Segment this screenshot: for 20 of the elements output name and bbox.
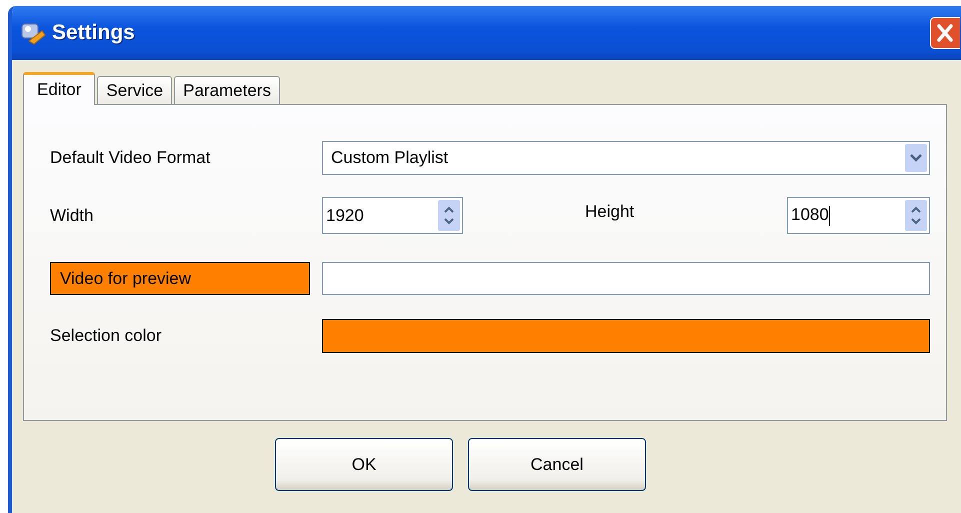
close-icon[interactable] <box>930 17 960 49</box>
window-title: Settings <box>52 21 135 45</box>
preview-field[interactable] <box>322 262 930 295</box>
width-spinner[interactable]: 1920 <box>322 197 463 234</box>
field-label: Default Video Format <box>50 148 212 168</box>
tab[interactable]: Editor <box>23 72 96 105</box>
format-dropdown[interactable]: Custom Playlist <box>322 141 930 175</box>
spin-arrows-icon[interactable] <box>905 200 927 231</box>
field-label: Width <box>50 206 94 226</box>
app-icon <box>20 21 46 45</box>
tab[interactable]: Service <box>97 76 172 104</box>
field-label: Height <box>585 202 634 222</box>
height-spinner[interactable]: 1080 <box>787 197 930 234</box>
dialog-button[interactable]: OK <box>275 438 453 491</box>
field-label: Selection color <box>50 326 163 346</box>
spin-arrows-icon[interactable] <box>438 200 460 231</box>
field-label: Video for preview <box>50 262 310 295</box>
dialog-button[interactable]: Cancel <box>468 438 646 491</box>
color-swatch[interactable] <box>322 319 930 353</box>
tab[interactable]: Parameters <box>174 76 280 104</box>
